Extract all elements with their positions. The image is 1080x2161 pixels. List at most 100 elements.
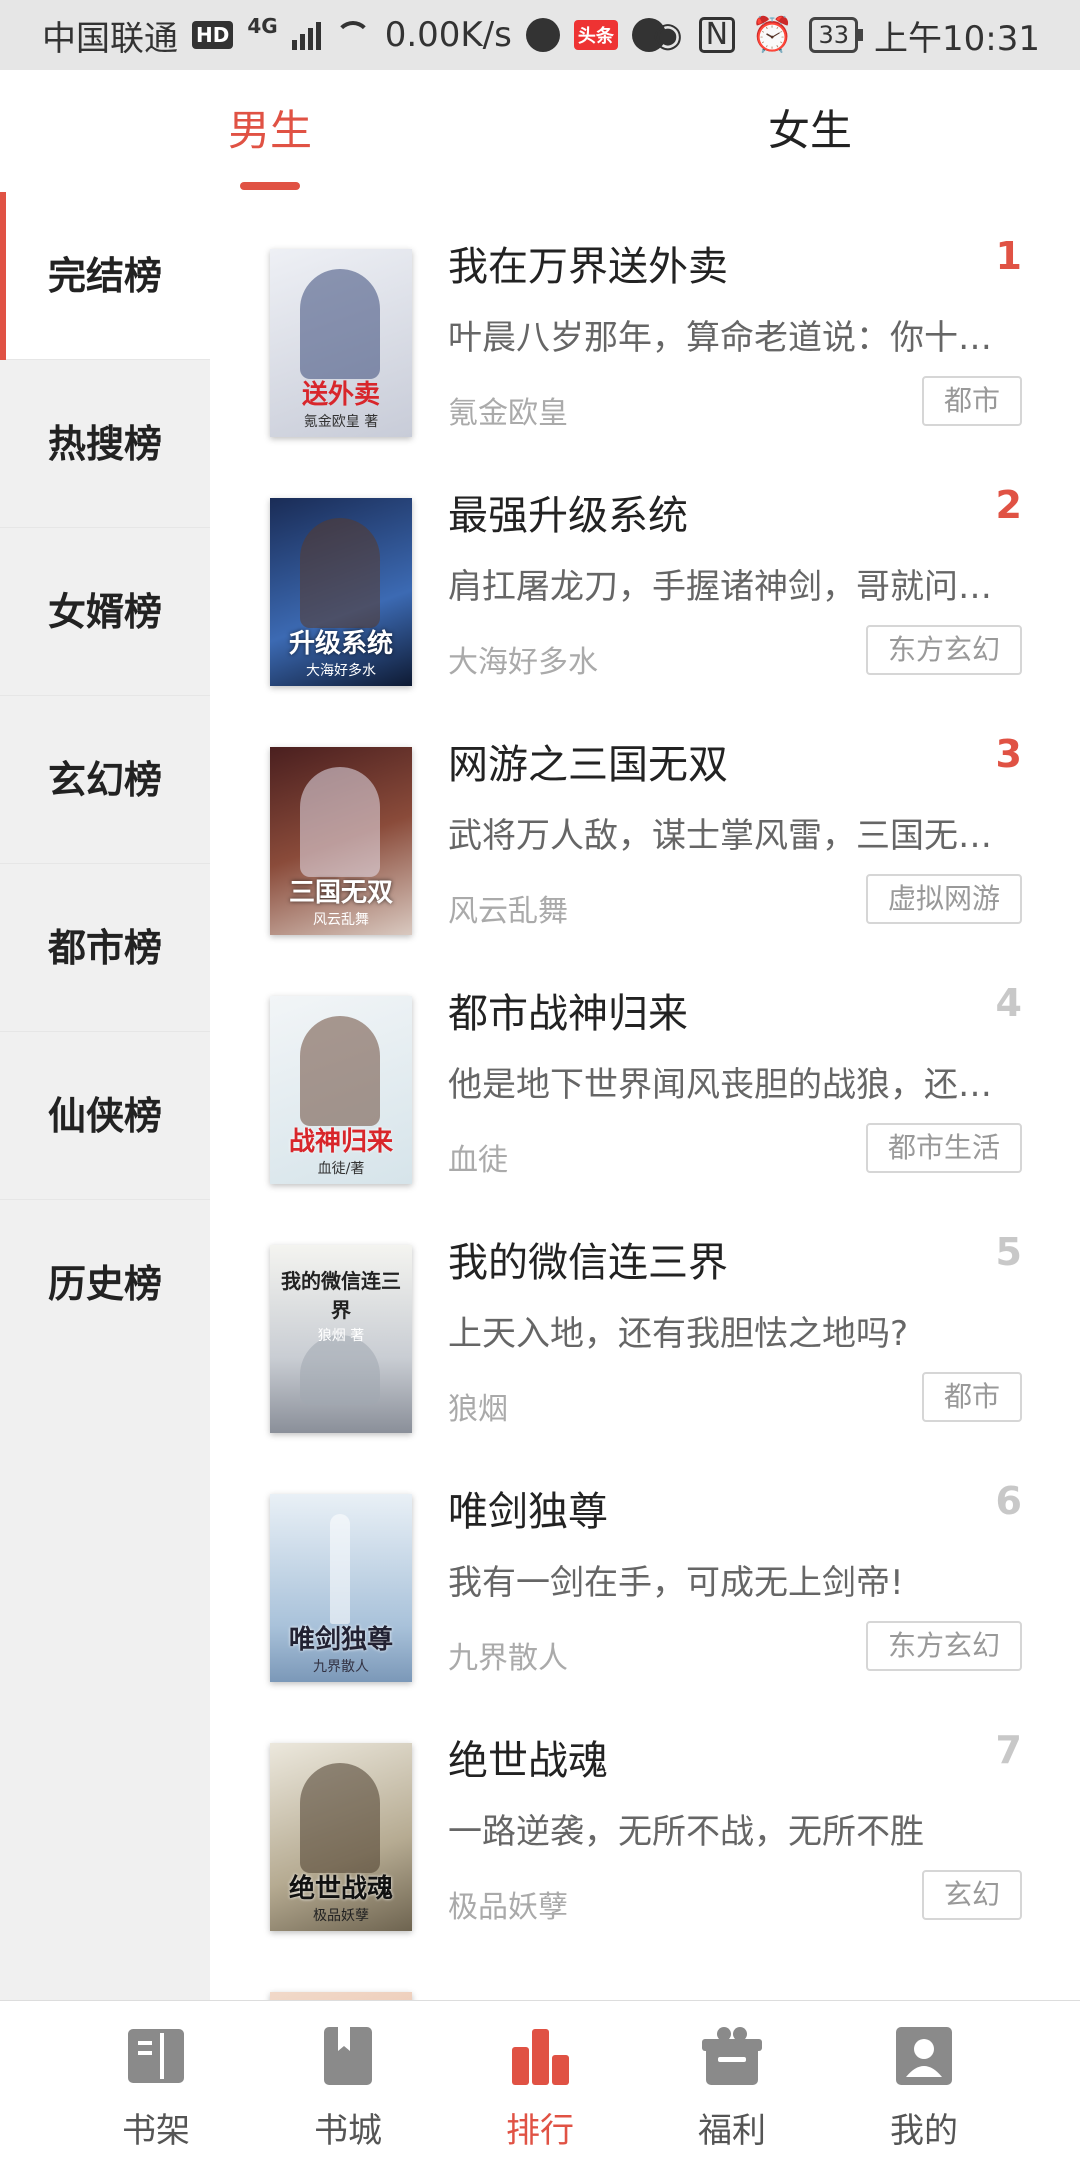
book-cover-image[interactable]: 升级系统 大海好多水 <box>270 498 412 686</box>
signal-icon <box>291 20 321 50</box>
book-title[interactable]: 都市战神归来 <box>448 981 688 1039</box>
book-author: 血徒 <box>448 1143 508 1178</box>
book-title[interactable]: 绝世战魂 <box>448 1728 608 1786</box>
status-bar: 中国联通 HD 4G 0.00K/s 头条 ◉ N ⏰ 33 上午10:31 <box>0 0 1080 70</box>
nfc-icon: N <box>698 17 736 53</box>
rank-number: 7 <box>995 1728 1022 1772</box>
rank-number: 3 <box>995 732 1022 776</box>
book-title[interactable]: 我在万界送外卖 <box>448 234 728 292</box>
list-item[interactable]: 唯剑独尊 九界散人 唯剑独尊 6 我有一剑在手，可成无上剑帝! 九界散人 东方玄… <box>210 1437 1080 1686</box>
wifi-icon <box>334 21 371 49</box>
active-tab-indicator <box>240 182 300 190</box>
cover-title: 送外卖 <box>301 380 380 410</box>
gender-tab-bar: 男生 女生 <box>0 70 1080 193</box>
status-right: ◉ N ⏰ 33 上午10:31 <box>653 0 1040 70</box>
list-item[interactable]: 送外卖 氪金欧皇 著 我在万界送外卖 1 叶晨八岁那年，算命老道说：你十… 氪金… <box>210 192 1080 441</box>
ranking-icon <box>512 2029 569 2085</box>
list-item[interactable]: 绝世战魂 极品妖孽 绝世战魂 7 一路逆袭，无所不战，无所不胜 极品妖孽 玄幻 <box>210 1686 1080 1935</box>
nav-bookstore[interactable]: 书城 <box>268 2001 428 2161</box>
rank-number: 4 <box>995 981 1022 1025</box>
book-cover-image[interactable]: 三国无双 风云乱舞 <box>270 747 412 935</box>
book-cover-image[interactable] <box>270 1992 412 2000</box>
book-description: 叶晨八岁那年，算命老道说：你十… <box>448 318 992 358</box>
book-title[interactable]: 唯剑独尊 <box>448 1479 608 1537</box>
book-cover-image[interactable]: 绝世战魂 极品妖孽 <box>270 1743 412 1931</box>
toutiao-icon: 头条 <box>573 20 618 50</box>
list-item[interactable] <box>210 1935 1080 2000</box>
sidebar-item-fantasy[interactable]: 玄幻榜 <box>0 696 210 864</box>
genre-tag: 东方玄幻 <box>865 1621 1022 1671</box>
network-speed-label: 0.00K/s <box>384 15 512 55</box>
sidebar-item-hot-search[interactable]: 热搜榜 <box>0 360 210 528</box>
nav-label-profile: 我的 <box>890 2111 958 2151</box>
book-description: 他是地下世界闻风丧胆的战狼，还… <box>448 1065 992 1105</box>
cover-author: 狼烟 著 <box>317 1328 365 1344</box>
book-description: 一路逆袭，无所不战，无所不胜 <box>448 1812 924 1852</box>
book-author: 狼烟 <box>448 1392 508 1427</box>
sidebar-item-urban[interactable]: 都市榜 <box>0 864 210 1032</box>
cover-title: 绝世战魂 <box>288 1874 393 1904</box>
sidebar-item-finished[interactable]: 完结榜 <box>0 192 210 360</box>
cover-title: 唯剑独尊 <box>288 1625 393 1655</box>
nav-welfare[interactable]: 福利 <box>652 2001 812 2161</box>
book-author: 大海好多水 <box>448 645 598 680</box>
book-cover-image[interactable]: 战神归来 血徒/著 <box>270 996 412 1184</box>
book-author: 氪金欧皇 <box>448 396 568 431</box>
genre-tag: 玄幻 <box>921 1870 1022 1920</box>
sidebar-item-xianxia[interactable]: 仙侠榜 <box>0 1032 210 1200</box>
book-description: 武将万人敌，谋士掌风雷，三国无… <box>448 816 992 856</box>
nav-label-ranking: 排行 <box>506 2111 574 2151</box>
tab-female[interactable]: 女生 <box>700 70 920 192</box>
list-item[interactable]: 我的微信连三界 狼烟 著 我的微信连三界 5 上天入地，还有我胆怯之地吗? 狼烟… <box>210 1188 1080 1437</box>
network-type-label: 4G <box>247 14 278 38</box>
list-item[interactable]: 战神归来 血徒/著 都市战神归来 4 他是地下世界闻风丧胆的战狼，还… 血徒 都… <box>210 939 1080 1188</box>
book-cover-image[interactable]: 送外卖 氪金欧皇 著 <box>270 249 412 437</box>
book-author: 风云乱舞 <box>448 894 568 929</box>
bottom-navigation: 书架 书城 排行 福利 我的 <box>0 2000 1080 2161</box>
bookstore-icon <box>324 2027 372 2085</box>
nav-label-welfare: 福利 <box>698 2111 766 2151</box>
nav-label-bookshelf: 书架 <box>122 2111 190 2151</box>
profile-icon <box>896 2027 952 2085</box>
ranking-category-sidebar: 完结榜 热搜榜 女婿榜 玄幻榜 都市榜 仙侠榜 历史榜 <box>0 192 210 2000</box>
cover-title: 我的微信连三界 <box>281 1269 401 1322</box>
book-author: 极品妖孽 <box>448 1890 568 1925</box>
sidebar-item-history[interactable]: 历史榜 <box>0 1200 210 1368</box>
eye-icon: ◉ <box>653 15 683 55</box>
cloud-icon <box>525 18 560 52</box>
book-title[interactable]: 最强升级系统 <box>448 483 688 541</box>
book-cover-image[interactable]: 我的微信连三界 狼烟 著 <box>270 1245 412 1433</box>
cover-author: 九界散人 <box>313 1659 369 1675</box>
book-title[interactable]: 网游之三国无双 <box>448 732 728 790</box>
tab-male[interactable]: 男生 <box>160 70 380 192</box>
genre-tag: 都市 <box>921 1372 1022 1422</box>
cover-author: 氪金欧皇 著 <box>303 414 379 430</box>
genre-tag: 虚拟网游 <box>865 874 1022 924</box>
nav-bookshelf[interactable]: 书架 <box>76 2001 236 2161</box>
cover-author: 极品妖孽 <box>313 1908 369 1924</box>
nav-ranking[interactable]: 排行 <box>460 2001 620 2161</box>
cover-title: 三国无双 <box>288 878 393 908</box>
book-title[interactable]: 我的微信连三界 <box>448 1230 728 1288</box>
cover-title: 升级系统 <box>288 629 393 659</box>
alarm-icon: ⏰ <box>751 15 794 55</box>
list-item[interactable]: 升级系统 大海好多水 最强升级系统 2 肩扛屠龙刀，手握诸神剑，哥就问… 大海好… <box>210 441 1080 690</box>
carrier-label: 中国联通 <box>42 18 178 59</box>
sidebar-item-son-in-law[interactable]: 女婿榜 <box>0 528 210 696</box>
hd-icon: HD <box>192 21 234 49</box>
list-item[interactable]: 三国无双 风云乱舞 网游之三国无双 3 武将万人敌，谋士掌风雷，三国无… 风云乱… <box>210 690 1080 939</box>
rank-number: 1 <box>995 234 1022 278</box>
book-author: 九界散人 <box>448 1641 568 1676</box>
cover-author: 风云乱舞 <box>313 912 369 928</box>
book-cover-image[interactable]: 唯剑独尊 九界散人 <box>270 1494 412 1682</box>
status-left: 中国联通 HD 4G 0.00K/s 头条 <box>42 0 666 70</box>
cover-author: 血徒/著 <box>317 1161 365 1177</box>
nav-profile[interactable]: 我的 <box>844 2001 1004 2161</box>
book-description: 肩扛屠龙刀，手握诸神剑，哥就问… <box>448 567 992 607</box>
genre-tag: 东方玄幻 <box>865 625 1022 675</box>
cover-author: 大海好多水 <box>306 663 376 679</box>
battery-icon: 33 <box>809 17 863 53</box>
genre-tag: 都市生活 <box>865 1123 1022 1173</box>
genre-tag: 都市 <box>921 376 1022 426</box>
rank-number: 2 <box>995 483 1022 527</box>
